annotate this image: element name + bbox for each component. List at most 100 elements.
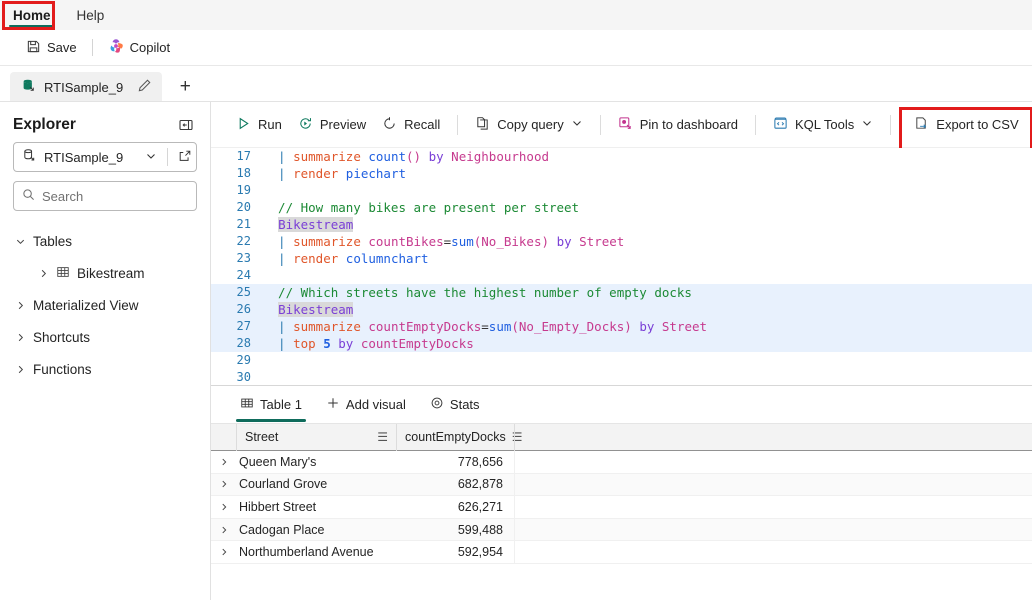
search-placeholder: Search bbox=[42, 188, 84, 204]
cell-street: Cadogan Place bbox=[239, 522, 325, 537]
kql-tools-button[interactable]: KQL Tools bbox=[765, 111, 881, 139]
code-line[interactable]: 25 // Which streets have the highest num… bbox=[211, 284, 1032, 301]
run-button[interactable]: Run bbox=[228, 111, 290, 139]
table-row[interactable]: Courland Grove 682,878 bbox=[211, 473, 1032, 497]
code-text: | summarize countBikes=sum(No_Bikes) by … bbox=[263, 233, 1032, 250]
kql-code-editor[interactable]: 17 | summarize count() by Neighbourhood 1… bbox=[211, 148, 1032, 386]
sidebar-item-bikestream[interactable]: Bikestream bbox=[13, 257, 197, 289]
explorer-panel: Explorer RTISample_9 Search Tables Bikes… bbox=[0, 102, 211, 600]
database-selector[interactable]: RTISample_9 bbox=[13, 142, 197, 172]
sidebar-item-functions-label: Functions bbox=[33, 361, 92, 377]
db-selector-divider bbox=[167, 148, 168, 166]
pin-to-dashboard-button[interactable]: Pin to dashboard bbox=[610, 111, 746, 139]
new-query-tab-button[interactable]: + bbox=[171, 73, 199, 101]
chevron-down-icon[interactable] bbox=[571, 117, 583, 132]
query-pane: Run Preview Recall Copy query Pin to das… bbox=[211, 102, 1032, 600]
pencil-icon[interactable] bbox=[137, 78, 152, 96]
code-line[interactable]: 27 | summarize countEmptyDocks=sum(No_Em… bbox=[211, 318, 1032, 335]
query-toolbar: Run Preview Recall Copy query Pin to das… bbox=[211, 102, 1032, 158]
table-row[interactable]: Queen Mary's 778,656 bbox=[211, 450, 1032, 474]
grid-header-filler bbox=[514, 423, 1032, 451]
copy-query-button[interactable]: Copy query bbox=[467, 111, 590, 139]
column-header-countemptydocks[interactable]: countEmptyDocks ☰ bbox=[396, 423, 523, 451]
column-header-countemptydocks-label: countEmptyDocks bbox=[405, 430, 506, 444]
export-to-csv-button[interactable]: Export to CSV bbox=[906, 111, 1026, 139]
search-input[interactable]: Search bbox=[13, 181, 197, 211]
code-token: countEmptyDocks bbox=[360, 336, 474, 351]
code-line[interactable]: 19 bbox=[211, 182, 1032, 199]
code-line[interactable]: 26 Bikestream bbox=[211, 301, 1032, 318]
code-token: | bbox=[263, 149, 294, 164]
explorer-title: Explorer bbox=[13, 116, 76, 133]
save-button[interactable]: Save bbox=[18, 35, 85, 61]
preview-button[interactable]: Preview bbox=[290, 111, 374, 139]
table-row[interactable]: Cadogan Place 599,488 bbox=[211, 518, 1032, 542]
column-menu-icon[interactable]: ☰ bbox=[377, 430, 388, 444]
ribbon-tab-home[interactable]: Home bbox=[0, 0, 64, 30]
chevron-right-icon[interactable] bbox=[211, 457, 236, 467]
export-csv-icon bbox=[914, 116, 929, 134]
add-visual-button[interactable]: Add visual bbox=[316, 386, 416, 423]
tab-table-1-label: Table 1 bbox=[260, 397, 302, 412]
cell-countemptydocks: 682,878 bbox=[457, 477, 503, 492]
code-line[interactable]: 30 bbox=[211, 369, 1032, 386]
open-in-new-icon[interactable] bbox=[178, 149, 192, 166]
code-token: No_Empty_Docks bbox=[518, 319, 625, 334]
chevron-right-icon bbox=[37, 268, 49, 279]
row-filler bbox=[514, 518, 1032, 541]
code-line[interactable]: 23 | render columnchart bbox=[211, 250, 1032, 267]
code-line[interactable]: 22 | summarize countBikes=sum(No_Bikes) … bbox=[211, 233, 1032, 250]
line-number: 19 bbox=[236, 183, 251, 197]
chevron-right-icon[interactable] bbox=[211, 479, 236, 489]
toolbar-divider bbox=[457, 114, 459, 135]
code-line[interactable]: 24 bbox=[211, 267, 1032, 284]
code-token: No_Bikes bbox=[481, 234, 542, 249]
sidebar-item-functions[interactable]: Functions bbox=[13, 353, 197, 385]
code-line[interactable]: 29 bbox=[211, 352, 1032, 369]
code-line[interactable]: 17 | summarize count() by Neighbourhood bbox=[211, 148, 1032, 165]
table-row[interactable]: Northumberland Avenue 592,954 bbox=[211, 540, 1032, 564]
code-line[interactable]: 20 // How many bikes are present per str… bbox=[211, 199, 1032, 216]
chevron-right-icon[interactable] bbox=[211, 547, 236, 557]
kql-database-icon bbox=[21, 78, 36, 96]
cell-street: Hibbert Street bbox=[239, 499, 317, 514]
code-line[interactable]: 18 | render piechart bbox=[211, 165, 1032, 182]
plus-icon bbox=[326, 396, 340, 413]
code-token: countBikes bbox=[368, 234, 444, 249]
table-icon bbox=[56, 265, 70, 282]
table-row[interactable]: Hibbert Street 626,271 bbox=[211, 495, 1032, 519]
code-token: count bbox=[368, 149, 407, 164]
toolbar-divider bbox=[599, 114, 601, 135]
line-number: 26 bbox=[236, 302, 251, 316]
code-token: ( bbox=[511, 319, 519, 334]
copilot-button[interactable]: Copilot bbox=[100, 35, 178, 61]
sidebar-item-tables[interactable]: Tables bbox=[13, 225, 197, 257]
code-token: // Which streets have the highest number… bbox=[263, 285, 692, 300]
code-token: by bbox=[428, 149, 452, 164]
tab-table-1[interactable]: Table 1 bbox=[230, 386, 312, 423]
sidebar-item-materialized-view[interactable]: Materialized View bbox=[13, 289, 197, 321]
pin-to-dashboard-label: Pin to dashboard bbox=[639, 117, 739, 132]
query-tab-rtisample9[interactable]: RTISample_9 bbox=[10, 72, 163, 102]
column-header-street[interactable]: Street ☰ bbox=[236, 423, 396, 451]
code-line[interactable]: 28 | top 5 by countEmptyDocks bbox=[211, 335, 1032, 352]
chevron-down-icon[interactable] bbox=[861, 117, 873, 132]
ribbon-tab-help[interactable]: Help bbox=[64, 0, 118, 30]
query-tab-label: RTISample_9 bbox=[44, 79, 124, 95]
collapse-panel-icon[interactable] bbox=[175, 114, 197, 136]
line-number: 20 bbox=[236, 200, 251, 214]
results-grid-header: Street ☰ countEmptyDocks ☰ bbox=[211, 423, 1032, 451]
tab-stats[interactable]: Stats bbox=[420, 386, 490, 423]
run-label: Run bbox=[258, 117, 282, 132]
recall-button[interactable]: Recall bbox=[374, 111, 448, 139]
preview-clock-icon bbox=[298, 116, 313, 134]
code-line[interactable]: 21 Bikestream bbox=[211, 216, 1032, 233]
chevron-right-icon[interactable] bbox=[211, 502, 236, 512]
recall-icon bbox=[382, 116, 397, 134]
code-token: by bbox=[556, 234, 580, 249]
sidebar-item-tables-label: Tables bbox=[33, 233, 73, 249]
sidebar-item-shortcuts[interactable]: Shortcuts bbox=[13, 321, 197, 353]
chevron-right-icon[interactable] bbox=[211, 525, 236, 535]
kql-tools-icon bbox=[773, 116, 788, 134]
chevron-down-icon[interactable] bbox=[145, 150, 157, 165]
